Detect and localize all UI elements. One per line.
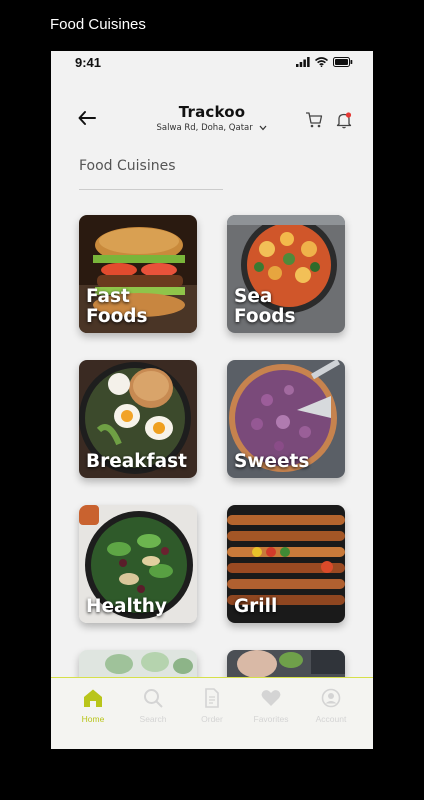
battery-icon <box>333 57 353 67</box>
section-title: Food Cuisines <box>79 158 176 174</box>
cuisine-card-sweets[interactable]: Sweets <box>227 360 345 478</box>
search-icon <box>144 689 163 708</box>
status-time: 9:41 <box>75 55 102 70</box>
nav-account-label: Account <box>315 714 347 724</box>
nav-search-label: Search <box>139 714 167 724</box>
nav-order-label: Order <box>201 714 223 724</box>
status-bar: 9:41 <box>51 51 373 73</box>
cuisine-card-fast-foods[interactable]: Fast Foods <box>79 215 197 333</box>
chevron-down-icon <box>259 125 267 130</box>
app-title: Trackoo <box>178 103 246 121</box>
cuisine-label: Sea Foods <box>234 286 296 327</box>
cuisine-label: Sweets <box>234 451 310 472</box>
cuisine-card-grill[interactable]: Grill <box>227 505 345 623</box>
notification-bell-icon[interactable] <box>336 111 352 129</box>
wifi-icon <box>315 57 328 67</box>
cart-icon[interactable] <box>305 111 323 129</box>
cuisine-label: Breakfast <box>86 451 187 472</box>
nav-order[interactable]: Order <box>182 688 242 724</box>
cuisine-card-sea-foods[interactable]: Sea Foods <box>227 215 345 333</box>
section-divider <box>79 189 223 190</box>
user-icon <box>321 688 341 708</box>
home-icon <box>84 689 102 707</box>
frame-title: Food Cuisines <box>50 16 146 33</box>
signal-icon <box>296 57 310 67</box>
nav-account[interactable]: Account <box>301 688 361 724</box>
phone-screen: 9:41 Trackoo Salwa Rd, Doha, Qatar Food … <box>51 51 373 749</box>
cuisine-label: Fast Foods <box>86 286 148 327</box>
document-icon <box>205 688 219 708</box>
notification-dot <box>345 112 352 118</box>
cuisine-card-breakfast[interactable]: Breakfast <box>79 360 197 478</box>
app-header: Trackoo Salwa Rd, Doha, Qatar <box>51 101 373 141</box>
location-selector[interactable]: Salwa Rd, Doha, Qatar <box>51 123 373 133</box>
nav-search[interactable]: Search <box>123 688 183 724</box>
cuisine-label: Grill <box>234 596 278 617</box>
location-text: Salwa Rd, Doha, Qatar <box>156 123 253 133</box>
nav-home-label: Home <box>81 714 105 724</box>
nav-favorites[interactable]: Favorites <box>241 688 301 724</box>
cuisine-label: Healthy <box>86 596 167 617</box>
cuisine-card-healthy[interactable]: Healthy <box>79 505 197 623</box>
heart-icon <box>261 690 281 706</box>
nav-home[interactable]: Home <box>63 688 123 724</box>
bottom-nav: Home Search Order Favorites Account <box>51 677 373 749</box>
status-icons <box>296 57 353 67</box>
nav-favorites-label: Favorites <box>253 714 289 724</box>
